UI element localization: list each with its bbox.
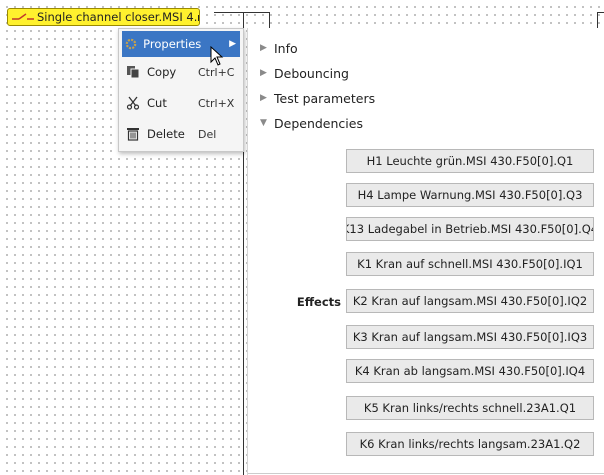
menu-item-cut[interactable]: Cut Ctrl+X — [122, 90, 240, 116]
section-dependencies[interactable]: ▼ Dependencies — [260, 113, 363, 133]
single-channel-closer-block[interactable]: Single channel closer.MSI 4... — [7, 8, 200, 26]
scissors-icon — [122, 96, 144, 110]
menu-item-shortcut: Ctrl+C — [198, 65, 235, 79]
menu-item-label: Delete — [147, 127, 185, 141]
menu-item-shortcut: Ctrl+X — [198, 96, 235, 110]
gear-icon — [122, 37, 140, 51]
section-info[interactable]: ▶ Info — [260, 38, 298, 58]
section-label: Debouncing — [274, 65, 349, 81]
section-debouncing[interactable]: ▶ Debouncing — [260, 63, 349, 83]
menu-item-label: Copy — [147, 65, 177, 79]
dependency-button[interactable]: K5 Kran links/rechts schnell.23A1.Q1 — [346, 396, 594, 420]
block-label: Single channel closer.MSI 4... — [37, 10, 200, 24]
dependency-button[interactable]: K1 Kran auf schnell.MSI 430.F50[0].IQ1 — [346, 252, 594, 276]
section-test-parameters[interactable]: ▶ Test parameters — [260, 88, 375, 108]
properties-panel: ▶ Info ▶ Debouncing ▶ Test parameters ▼ … — [247, 28, 604, 475]
section-label: Test parameters — [274, 90, 376, 106]
section-label: Dependencies — [274, 115, 363, 131]
dependency-button[interactable]: H4 Lampe Warnung.MSI 430.F50[0].Q3 — [346, 183, 594, 207]
menu-item-label: Properties — [143, 37, 202, 51]
dependency-button[interactable]: K13 Ladegabel in Betrieb.MSI 430.F50[0].… — [346, 217, 594, 241]
dependency-button[interactable]: K3 Kran auf langsam.MSI 430.F50[0].IQ3 — [346, 325, 594, 349]
dependency-button[interactable]: K6 Kran links/rechts langsam.23A1.Q2 — [346, 432, 594, 456]
dependency-button[interactable]: H1 Leuchte grün.MSI 430.F50[0].Q1 — [346, 149, 594, 173]
menu-item-copy[interactable]: Copy Ctrl+C — [122, 59, 240, 85]
copy-icon — [122, 65, 144, 79]
closer-symbol-icon — [12, 12, 34, 22]
dependency-button[interactable]: K4 Kran ab langsam.MSI 430.F50[0].IQ4 — [346, 359, 594, 383]
menu-item-shortcut: Del — [198, 127, 217, 141]
wire — [269, 12, 270, 28]
output-port[interactable] — [198, 15, 199, 21]
panel-divider — [248, 473, 604, 474]
menu-item-properties[interactable]: Properties ▶ — [122, 31, 240, 66]
dependency-button[interactable]: K2 Kran auf langsam.MSI 430.F50[0].IQ2 — [346, 289, 594, 313]
expand-arrow-icon: ▶ — [260, 93, 267, 103]
effects-label: Effects — [296, 295, 341, 309]
context-menu: Properties ▶ Copy Ctrl+C Cut Ctrl+X Dele… — [118, 28, 244, 152]
expand-arrow-icon: ▶ — [260, 68, 267, 78]
expand-arrow-icon: ▶ — [260, 43, 267, 53]
wire — [597, 12, 598, 28]
menu-item-label: Cut — [147, 96, 167, 110]
menu-item-delete[interactable]: Delete Del — [122, 121, 240, 147]
section-label: Info — [274, 40, 298, 56]
trash-icon — [122, 127, 144, 141]
wire — [597, 12, 604, 13]
collapse-arrow-icon: ▼ — [260, 118, 267, 128]
wire — [214, 12, 270, 13]
